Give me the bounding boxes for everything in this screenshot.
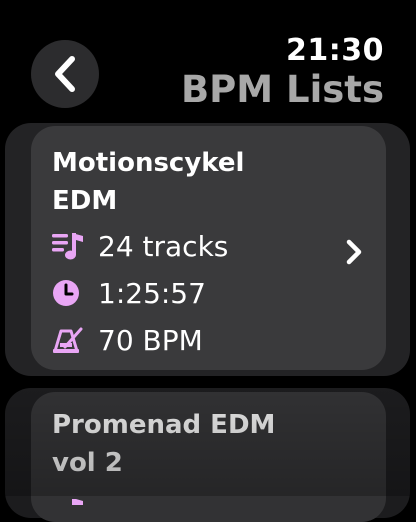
page-title: BPM Lists: [180, 68, 384, 111]
music-list-icon: [52, 228, 88, 264]
duration-row: 1:25:57: [52, 273, 206, 313]
track-count: 24 tracks: [98, 229, 229, 263]
music-list-icon: [52, 490, 86, 509]
track-count-row: 24 tracks: [52, 226, 228, 266]
clock-time: 21:30: [286, 33, 384, 68]
metronome-icon: [52, 322, 88, 358]
duration: 1:25:57: [98, 276, 206, 310]
list-name: Motionscykel EDM: [52, 148, 245, 216]
clock-icon: [52, 275, 88, 311]
bpm-row: 70 BPM: [52, 320, 203, 360]
list-name: Promenad EDM vol 2: [52, 410, 276, 478]
bpm-value: 70 BPM: [98, 323, 203, 357]
chevron-left-icon: [55, 56, 75, 92]
back-button[interactable]: [31, 40, 99, 108]
chevron-right-icon[interactable]: [343, 237, 365, 271]
